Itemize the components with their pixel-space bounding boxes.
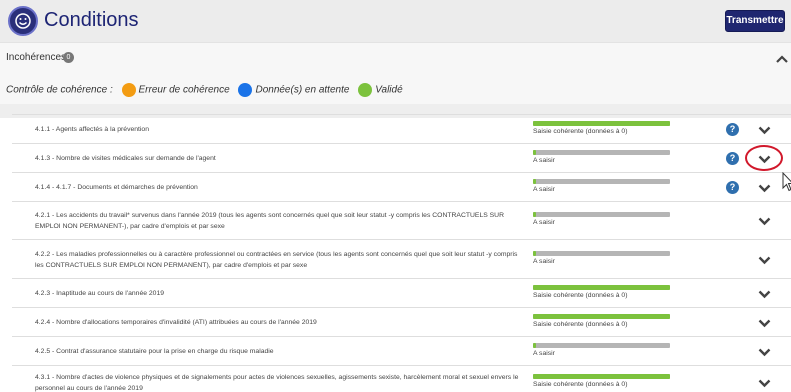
condition-row: 4.3.1 - Nombre d'actes de violence physi…	[12, 365, 791, 392]
row-status: Saisie cohérente (données à 0)	[533, 291, 628, 299]
incoherences-panel: Incohérences 0 Contrôle de cohérence : E…	[0, 42, 791, 104]
row-status: A saisir	[533, 349, 555, 357]
row-status: A saisir	[533, 257, 555, 265]
incoherences-count-badge: 0	[63, 52, 74, 63]
row-label: 4.2.1 - Les accidents du travail* surven…	[35, 212, 505, 230]
page-title: Conditions	[44, 9, 139, 31]
chevron-down-icon[interactable]	[758, 256, 771, 265]
chevron-up-icon[interactable]	[776, 54, 788, 64]
legend-title: Contrôle de cohérence :	[6, 84, 113, 96]
coherence-legend: Contrôle de cohérence : Erreur de cohére…	[6, 83, 403, 97]
condition-row: 4.1.1 - Agents affectés à la prévention …	[12, 114, 791, 143]
chevron-down-icon[interactable]	[758, 217, 771, 226]
progress-bar	[533, 250, 670, 256]
chevron-down-icon[interactable]	[758, 319, 771, 328]
chevron-down-icon[interactable]	[758, 184, 771, 193]
legend-error-label: Erreur de cohérence	[138, 84, 230, 96]
chevron-down-icon[interactable]	[758, 126, 771, 135]
row-status: Saisie cohérente (données à 0)	[533, 380, 628, 388]
progress-bar	[533, 313, 670, 319]
row-label: 4.3.1 - Nombre d'actes de violence physi…	[35, 373, 519, 392]
row-status: A saisir	[533, 156, 555, 164]
legend-pending-label: Donnée(s) en attente	[255, 84, 350, 96]
page-header: Conditions Transmettre	[0, 0, 791, 42]
condition-row: 4.1.3 - Nombre de visites médicales sur …	[12, 143, 791, 172]
chevron-down-icon[interactable]	[758, 379, 771, 388]
row-status: Saisie cohérente (données à 0)	[533, 127, 628, 135]
row-status: Saisie cohérente (données à 0)	[533, 320, 628, 328]
condition-row: 4.1.4 - 4.1.7 - Documents et démarches d…	[12, 172, 791, 201]
progress-bar	[533, 373, 670, 379]
help-icon[interactable]: ?	[726, 122, 739, 136]
row-label: 4.2.3 - Inaptitude au cours de l'année 2…	[35, 289, 165, 297]
progress-bar	[533, 342, 670, 348]
row-label: 4.2.4 - Nombre d'allocations temporaires…	[35, 318, 317, 326]
legend-valid-label: Validé	[375, 84, 403, 96]
progress-bar	[533, 212, 670, 217]
condition-row: 4.2.1 - Les accidents du travail* surven…	[12, 201, 791, 239]
highlight-circle	[745, 145, 783, 171]
incoherences-title: Incohérences	[6, 52, 67, 63]
progress-bar	[533, 120, 670, 126]
help-icon[interactable]: ?	[726, 151, 739, 165]
legend-valid-dot	[358, 83, 373, 97]
help-icon[interactable]: ?	[726, 180, 739, 194]
condition-row: 4.2.5 - Contrat d'assurance statutaire p…	[12, 336, 791, 365]
row-label: 4.1.1 - Agents affectés à la prévention	[35, 125, 149, 133]
row-label: 4.1.4 - 4.1.7 - Documents et démarches d…	[35, 183, 198, 191]
condition-row: 4.2.4 - Nombre d'allocations temporaires…	[12, 307, 791, 336]
progress-bar	[533, 284, 670, 290]
legend-error-dot	[121, 83, 136, 97]
chevron-down-icon[interactable]	[758, 348, 771, 357]
progress-bar	[533, 178, 670, 184]
condition-row: 4.2.3 - Inaptitude au cours de l'année 2…	[12, 278, 791, 307]
row-label: 4.1.3 - Nombre de visites médicales sur …	[35, 154, 216, 162]
condition-row: 4.2.2 - Les maladies professionnelles ou…	[12, 239, 791, 278]
legend-pending-dot	[238, 83, 253, 97]
row-label: 4.2.5 - Contrat d'assurance statutaire p…	[35, 347, 274, 355]
row-status: A saisir	[533, 219, 555, 226]
chevron-down-icon[interactable]	[758, 290, 771, 299]
row-status: A saisir	[533, 185, 555, 193]
progress-bar	[533, 149, 670, 155]
smiley-icon	[8, 6, 38, 36]
mouse-pointer-icon	[782, 172, 791, 192]
row-label: 4.2.2 - Les maladies professionnelles ou…	[35, 250, 518, 269]
transmit-button[interactable]: Transmettre	[725, 10, 785, 32]
